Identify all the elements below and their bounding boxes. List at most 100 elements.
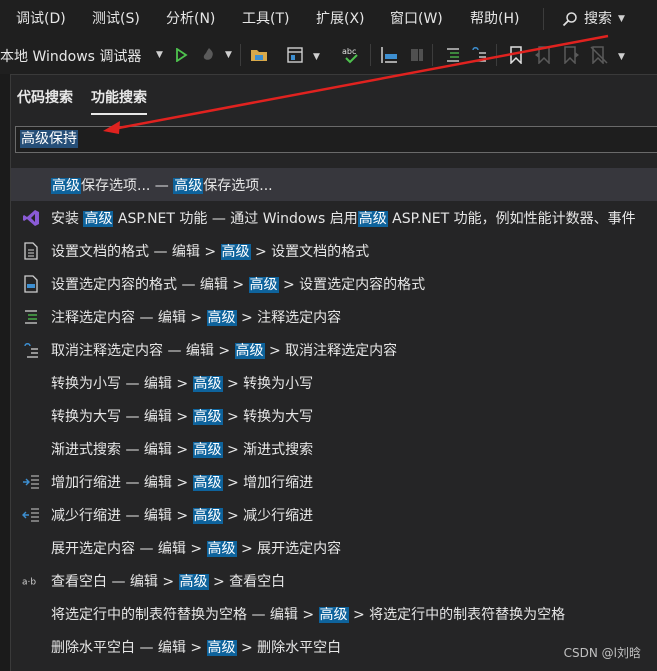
- result-text: > 转换为大写: [222, 409, 314, 425]
- chevron-down-icon[interactable]: ▼: [225, 50, 232, 60]
- result-item[interactable]: 删除水平空白 — 编辑 > 高级 > 删除水平空白: [11, 630, 657, 663]
- toolbar-separator: [240, 44, 241, 66]
- watermark: CSDN @l刘晗: [563, 646, 641, 660]
- open-folder-icon[interactable]: [248, 44, 270, 66]
- increase-indent-icon: [22, 473, 40, 491]
- prev-bookmark-icon[interactable]: [532, 44, 554, 66]
- result-text: 将选定行中的制表符替换为空格 — 编辑 >: [51, 607, 319, 623]
- format-disabled-icon[interactable]: [406, 44, 428, 66]
- start-debug-icon[interactable]: [170, 44, 192, 66]
- match-highlight: 高级: [318, 607, 349, 623]
- result-text: 注释选定内容 — 编辑 >: [51, 310, 207, 326]
- tab-feature-search[interactable]: 功能搜索: [91, 87, 147, 115]
- result-text: ASP.NET 功能，例如性能计数器、事件: [387, 211, 636, 227]
- toolbar-separator: [370, 44, 371, 66]
- result-text: > 删除水平空白: [236, 640, 342, 656]
- menu-debug[interactable]: 调试(D): [16, 0, 66, 38]
- match-highlight: 高级: [206, 310, 237, 326]
- result-item[interactable]: 设置文档的格式 — 编辑 > 高级 > 设置文档的格式: [11, 234, 657, 267]
- result-label: 增加行缩进 — 编辑 > 高级 > 增加行缩进: [51, 472, 313, 492]
- result-item[interactable]: 取消注释选定内容 — 编辑 > 高级 > 取消注释选定内容: [11, 333, 657, 366]
- debugger-target-dropdown[interactable]: 本地 Windows 调试器: [0, 46, 141, 66]
- result-text: > 设置文档的格式: [250, 244, 370, 260]
- result-label: 取消注释选定内容 — 编辑 > 高级 > 取消注释选定内容: [51, 340, 397, 360]
- whitespace-icon: a·b: [22, 572, 40, 590]
- result-text: 减少行缩进 — 编辑 >: [51, 508, 193, 524]
- match-highlight: 高级: [173, 178, 204, 194]
- search-button[interactable]: 搜索 ▼: [562, 0, 625, 38]
- menu-bar: 调试(D) 测试(S) 分析(N) 工具(T) 扩展(X) 窗口(W) 帮助(H…: [0, 0, 657, 38]
- spell-check-icon[interactable]: abc: [340, 44, 362, 66]
- result-text: 查看空白 — 编辑 >: [51, 574, 179, 590]
- next-bookmark-icon[interactable]: [560, 44, 582, 66]
- menu-help[interactable]: 帮助(H): [470, 0, 519, 38]
- search-input[interactable]: 高级保持: [15, 126, 657, 153]
- align-left-icon[interactable]: [378, 44, 400, 66]
- chevron-down-icon[interactable]: ▼: [156, 50, 163, 60]
- result-text: > 将选定行中的制表符替换为空格: [348, 607, 566, 623]
- menu-separator: [543, 8, 544, 30]
- selection-format-icon: [22, 274, 40, 293]
- result-label: 设置选定内容的格式 — 编辑 > 高级 > 设置选定内容的格式: [51, 274, 425, 294]
- result-text: 删除水平空白 — 编辑 >: [51, 640, 207, 656]
- chevron-down-icon[interactable]: ▼: [313, 52, 320, 62]
- result-text: > 增加行缩进: [222, 475, 314, 491]
- editor-edge: [0, 74, 10, 671]
- result-item[interactable]: 减少行缩进 — 编辑 > 高级 > 减少行缩进: [11, 498, 657, 531]
- result-item[interactable]: 注释选定内容 — 编辑 > 高级 > 注释选定内容: [11, 300, 657, 333]
- result-text: > 展开选定内容: [236, 541, 342, 557]
- menu-test[interactable]: 测试(S): [92, 0, 140, 38]
- result-item[interactable]: 将选定行中的制表符替换为空格 — 编辑 > 高级 > 将选定行中的制表符替换为空…: [11, 597, 657, 630]
- result-label: 注释选定内容 — 编辑 > 高级 > 注释选定内容: [51, 307, 341, 327]
- result-label: 设置文档的格式 — 编辑 > 高级 > 设置文档的格式: [51, 241, 369, 261]
- result-item[interactable]: 设置选定内容的格式 — 编辑 > 高级 > 设置选定内容的格式: [11, 267, 657, 300]
- search-icon: [562, 12, 577, 27]
- menu-tools[interactable]: 工具(T): [242, 0, 289, 38]
- result-item[interactable]: 渐进式搜索 — 编辑 > 高级 > 渐进式搜索: [11, 432, 657, 465]
- match-highlight: 高级: [192, 409, 223, 425]
- bookmark-icon[interactable]: [505, 44, 527, 66]
- result-item[interactable]: 展开选定内容 — 编辑 > 高级 > 展开选定内容: [11, 531, 657, 564]
- result-label: 删除水平空白 — 编辑 > 高级 > 删除水平空白: [51, 637, 341, 657]
- window-layout-icon[interactable]: [284, 44, 306, 66]
- search-label: 搜索: [584, 11, 612, 27]
- result-label: 高级保存选项... — 高级保存选项...: [51, 175, 273, 195]
- result-text: > 查看空白: [208, 574, 286, 590]
- result-item[interactable]: 转换为小写 — 编辑 > 高级 > 转换为小写: [11, 366, 657, 399]
- match-highlight: 高级: [192, 508, 223, 524]
- result-text: 转换为大写 — 编辑 >: [51, 409, 193, 425]
- result-item[interactable]: 增加行缩进 — 编辑 > 高级 > 增加行缩进: [11, 465, 657, 498]
- hot-reload-icon[interactable]: [198, 44, 220, 66]
- tab-code-search[interactable]: 代码搜索: [17, 87, 73, 115]
- result-text: 取消注释选定内容 — 编辑 >: [51, 343, 235, 359]
- search-query: 高级保持: [20, 130, 78, 148]
- result-text: 设置选定内容的格式 — 编辑 >: [51, 277, 249, 293]
- result-text: ASP.NET 功能 — 通过 Windows 启用: [113, 211, 358, 227]
- clear-bookmarks-icon[interactable]: [588, 44, 610, 66]
- results-list: 高级保存选项... — 高级保存选项... 安装 高级 ASP.NET 功能 — …: [11, 168, 657, 671]
- result-item[interactable]: 高级保存选项... — 高级保存选项...: [11, 168, 657, 201]
- result-text: > 转换为小写: [222, 376, 314, 392]
- result-label: 查看空白 — 编辑 > 高级 > 查看空白: [51, 571, 285, 591]
- result-item[interactable]: a·b 查看空白 — 编辑 > 高级 > 查看空白: [11, 564, 657, 597]
- menu-analyze[interactable]: 分析(N): [166, 0, 215, 38]
- match-highlight: 高级: [192, 376, 223, 392]
- result-label: 展开选定内容 — 编辑 > 高级 > 展开选定内容: [51, 538, 341, 558]
- svg-text:a·b: a·b: [22, 577, 36, 587]
- result-text: > 注释选定内容: [236, 310, 342, 326]
- vs-logo-icon: [22, 209, 40, 227]
- comment-lines-icon[interactable]: [442, 44, 464, 66]
- result-item[interactable]: 自动换行 — 编辑 > 高级 > 自动换行: [11, 663, 657, 671]
- result-label: 减少行缩进 — 编辑 > 高级 > 减少行缩进: [51, 505, 313, 525]
- menu-window[interactable]: 窗口(W): [390, 0, 443, 38]
- uncomment-lines-icon[interactable]: [468, 44, 490, 66]
- result-item[interactable]: 安装 高级 ASP.NET 功能 — 通过 Windows 启用高级 ASP.N…: [11, 201, 657, 234]
- menu-extensions[interactable]: 扩展(X): [316, 0, 365, 38]
- match-highlight: 高级: [178, 574, 209, 590]
- toolbar-separator: [496, 44, 497, 66]
- toolbar-separator: [432, 44, 433, 66]
- toolbar-overflow-icon[interactable]: ▼: [618, 52, 625, 62]
- document-format-icon: [22, 241, 40, 260]
- result-item[interactable]: 转换为大写 — 编辑 > 高级 > 转换为大写: [11, 399, 657, 432]
- match-highlight: 高级: [248, 277, 279, 293]
